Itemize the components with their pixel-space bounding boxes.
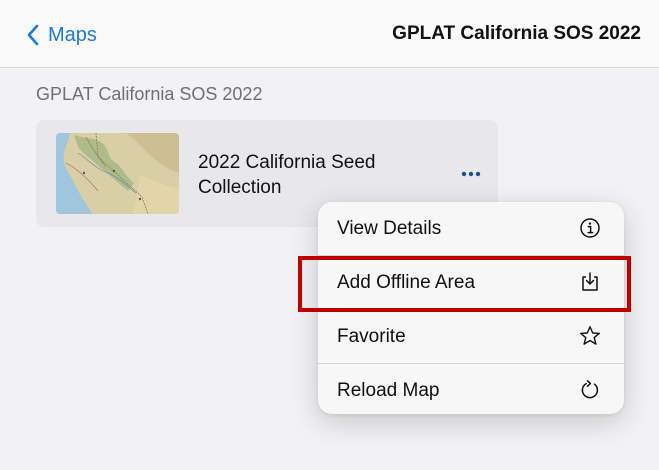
menu-item-label: Add Offline Area	[337, 272, 476, 293]
star-icon	[578, 324, 602, 348]
page-title: GPLAT California SOS 2022	[392, 23, 641, 44]
more-options-button[interactable]	[456, 160, 486, 184]
menu-item-add-offline-area[interactable]: Add Offline Area	[318, 256, 624, 309]
menu-item-view-details[interactable]: View Details	[318, 202, 624, 255]
section-header: GPLAT California SOS 2022	[36, 84, 263, 104]
map-thumbnail-image	[56, 133, 179, 214]
menu-item-label: Reload Map	[337, 380, 440, 401]
download-icon	[578, 270, 602, 294]
menu-item-label: View Details	[337, 218, 442, 239]
map-thumbnail	[56, 133, 179, 214]
menu-item-favorite[interactable]: Favorite	[318, 310, 624, 363]
info-icon	[578, 216, 602, 240]
chevron-left-icon	[27, 24, 39, 46]
reload-icon	[578, 378, 602, 402]
navigation-bar: Maps GPLAT California SOS 2022	[0, 0, 659, 68]
context-menu: View Details Add Offline Area Favorite R…	[318, 202, 624, 414]
back-button[interactable]: Maps	[26, 22, 97, 48]
ellipsis-icon	[461, 171, 481, 177]
menu-item-reload-map[interactable]: Reload Map	[318, 364, 624, 414]
map-title: 2022 California Seed Collection	[198, 152, 376, 198]
back-button-label: Maps	[48, 23, 97, 46]
menu-item-label: Favorite	[337, 326, 406, 347]
